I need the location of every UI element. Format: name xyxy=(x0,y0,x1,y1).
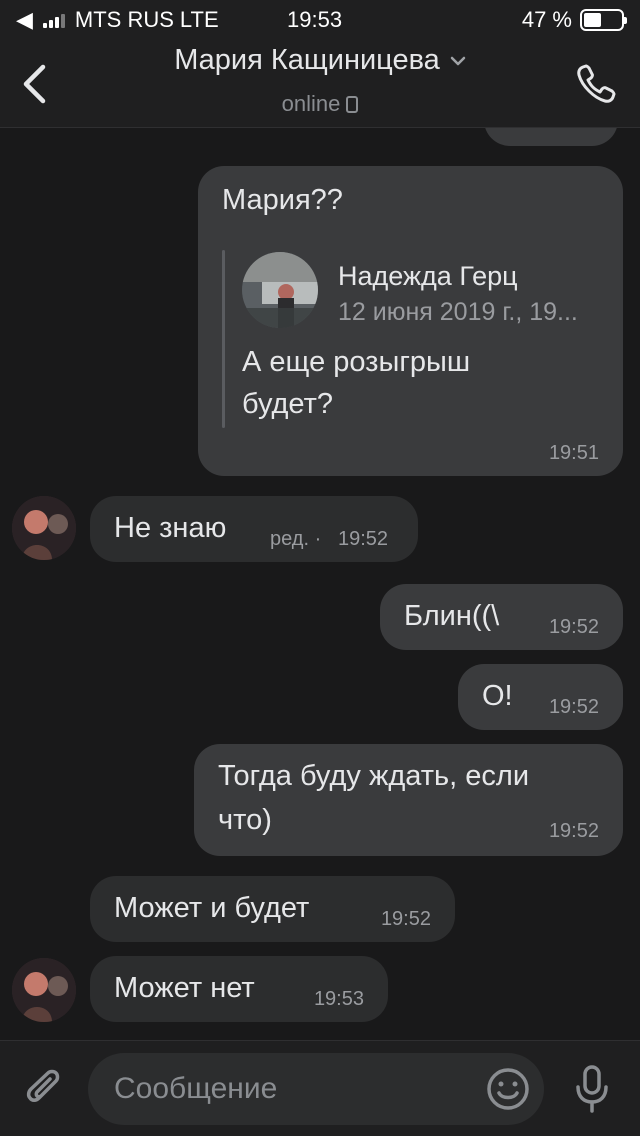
message-bubble[interactable]: О! 19:52 xyxy=(458,664,623,730)
sender-avatar-photo xyxy=(12,496,76,560)
contact-status-row: online xyxy=(282,91,359,117)
message-time: 19:52 xyxy=(380,908,431,930)
message-bubble[interactable]: Блин((\ 19:52 xyxy=(380,584,623,650)
message-bubble[interactable]: Не знаю ред. · 19:52 xyxy=(90,496,418,562)
message-input[interactable] xyxy=(88,1053,544,1125)
message-time: 19:52 xyxy=(548,696,599,718)
message-bubble-partial xyxy=(484,128,618,146)
message-time: 19:51 xyxy=(548,442,599,464)
message-text: О! xyxy=(482,680,513,712)
sender-avatar[interactable] xyxy=(12,958,76,1022)
reply-author-photo xyxy=(242,252,318,328)
back-to-app-label[interactable]: ◀ xyxy=(16,7,33,33)
contact-status: online xyxy=(281,91,341,116)
attach-button[interactable] xyxy=(18,1063,70,1115)
message-bubble[interactable]: Мария?? Надежда Герц 12 июня 2019 г., 19… xyxy=(198,166,623,476)
contact-name-row[interactable]: Мария Кащиницева xyxy=(174,44,466,77)
message-time: 19:52 xyxy=(338,528,389,550)
carrier-name: MTS RUS xyxy=(74,7,174,32)
sender-avatar[interactable] xyxy=(12,496,76,560)
battery-percent: 47 % xyxy=(521,7,572,32)
reply-author-avatar xyxy=(242,252,318,328)
reply-bar xyxy=(222,250,225,428)
microphone-icon xyxy=(576,1065,608,1113)
call-button[interactable] xyxy=(572,60,620,108)
contact-title[interactable]: Мария Кащиницева online xyxy=(120,44,520,117)
reply-date: 12 июня 2019 г., 19... xyxy=(338,298,578,326)
reply-author: Надежда Герц xyxy=(338,261,518,291)
signal-icon xyxy=(42,12,65,28)
mobile-device-icon xyxy=(346,95,359,113)
contact-name: Мария Кащиницева xyxy=(174,44,440,76)
message-time: 19:52 xyxy=(548,616,599,638)
network-type: LTE xyxy=(179,7,219,32)
message-list[interactable]: Мария?? Надежда Герц 12 июня 2019 г., 19… xyxy=(0,128,640,1040)
message-text: Мария?? xyxy=(222,184,343,216)
battery-fill xyxy=(584,13,601,27)
battery-icon xyxy=(580,9,627,31)
voice-message-button[interactable] xyxy=(564,1061,620,1117)
message-bubble[interactable]: Тогда буду ждать, если что) 19:52 xyxy=(194,744,623,856)
message-text: Блин((\ xyxy=(404,600,500,632)
status-right: 47 % xyxy=(521,7,627,33)
message-time: 19:52 xyxy=(548,820,599,842)
message-text: Может и будет xyxy=(114,892,310,924)
message-time: 19:53 xyxy=(313,988,364,1010)
status-bar: ◀ MTS RUS LTE 19:53 47 % xyxy=(0,0,640,40)
phone-icon xyxy=(577,64,616,103)
edited-label: ред. · xyxy=(270,528,322,550)
status-left: ◀ MTS RUS LTE xyxy=(16,7,219,33)
message-text-line-1: Тогда буду ждать, если xyxy=(218,760,530,792)
paperclip-icon xyxy=(26,1069,60,1102)
emoji-button[interactable] xyxy=(484,1065,532,1113)
message-text-line-2: что) xyxy=(218,804,272,836)
message-bubble[interactable]: Может и будет 19:52 xyxy=(90,876,455,942)
message-text: Может нет xyxy=(114,972,255,1004)
chevron-down-icon xyxy=(450,56,466,65)
message-composer xyxy=(0,1040,640,1136)
reply-text-line-1: А еще розыгрыш xyxy=(242,346,471,378)
reply-text-line-2: будет? xyxy=(242,388,334,420)
smiley-icon xyxy=(487,1068,529,1110)
chevron-left-icon xyxy=(23,64,46,104)
chat-header: Мария Кащиницева online xyxy=(0,40,640,128)
message-text: Не знаю xyxy=(114,512,227,544)
back-button[interactable] xyxy=(14,60,54,108)
status-time: 19:53 xyxy=(287,7,343,32)
sender-avatar-photo xyxy=(12,958,76,1022)
message-bubble[interactable]: Может нет 19:53 xyxy=(90,956,388,1022)
